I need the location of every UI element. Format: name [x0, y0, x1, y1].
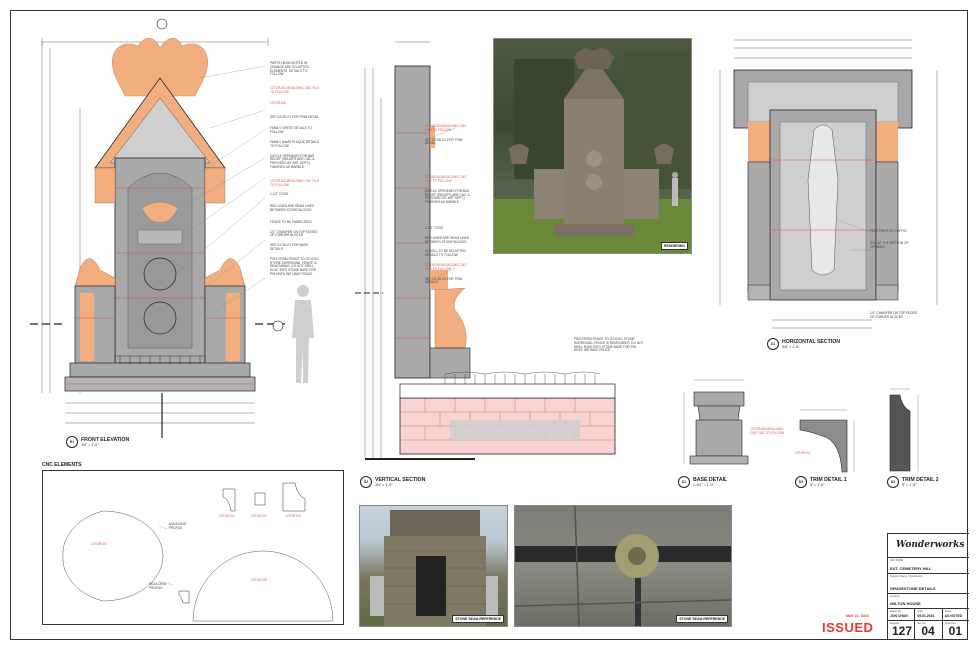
plan-notes: FOOTPRINT OF COFFIN SOIL AT THE BOTTOM O… — [870, 229, 909, 249]
section-base-drawing — [399, 371, 616, 455]
elevation-notes: PARTS HIGHLIGHTED IN ORANGE ARE SCULPTED… — [270, 61, 320, 276]
location-name: WILTON HOUSE — [890, 601, 921, 606]
base-detail-drawing — [683, 379, 749, 465]
drawn-by-caption: Drawn By — [890, 610, 902, 613]
sheet-number: 01 — [948, 624, 963, 638]
date-caption: Date — [917, 610, 923, 613]
trim-detail-2-drawing — [889, 388, 919, 472]
cnc-code-103: 12TGR103 — [285, 514, 301, 518]
scale-value: AS NOTED — [944, 614, 963, 618]
view-title-horizontal-section: S1 HORIZONTAL SECTION 3/4" = 1'-0" — [767, 338, 840, 350]
date-value: 09.01.2024 — [917, 614, 935, 618]
stone-seam-tag-1: STONE SEAM REFERENCE — [452, 615, 504, 623]
episode-number: 127 — [892, 624, 913, 638]
cnc-code-105: 12TGR105 — [251, 578, 267, 582]
company-logo: Wonderworks — [896, 540, 965, 550]
sheet-name: GRAVESTONE DETAILS — [890, 586, 936, 591]
project-name: EXT. CEMETERY HILL — [890, 566, 932, 571]
trim-detail-code: 12TGR101 — [795, 451, 811, 455]
location-caption: Location — [890, 595, 900, 598]
base-detail-code: 12TGR106 MOULDING CNC FILE TO FOLLOW — [750, 427, 785, 435]
section-notes: 12TGR103 MOULDING CNC FILE TO FOLLOW SEE… — [425, 124, 470, 285]
fence-pin-note: PINS FROM FENCE TO GO INTO STONE SURROUN… — [574, 337, 644, 353]
project-caption: SET NAME — [890, 559, 904, 562]
issued-stamp: ISSUED — [822, 620, 874, 635]
base — [69, 362, 251, 378]
cnc-note-1: MOULDING PROFILE — [169, 522, 187, 530]
sheet-caption: Drawing Name / Description — [890, 575, 923, 578]
title-block: Wonderworks SET NAME EXT. CEMETERY HILL … — [887, 533, 969, 640]
stone-seam-photo-1: STONE SEAM REFERENCE — [359, 505, 508, 627]
scale-figure — [292, 285, 314, 383]
view-title-front-elevation: E1 FRONT ELEVATION 3/4" = 1'-0" — [66, 436, 129, 448]
circle-opening-upper — [143, 257, 177, 291]
section-marker — [156, 18, 168, 30]
view-title-base-detail: D1 BASE DETAIL 1-1/2" = 1'-0" — [678, 476, 727, 488]
fence — [444, 371, 601, 384]
cnc-title: CNC ELEMENTS — [42, 462, 82, 468]
cnc-elements-box: 12TGR104 12TGR101 12TGR102 12TGR103 12TG… — [42, 470, 344, 625]
coffin-footprint — [807, 124, 839, 276]
issued-date: MAY 21, 2024 — [846, 614, 869, 618]
sculpted-scroll — [434, 287, 467, 349]
view-title-trim-detail-2: D3 TRIM DETAIL 2 3" = 1'-0" — [887, 476, 939, 488]
cnc-note-2: MOULDING PROFILE — [149, 582, 167, 590]
stone-seam-tag-2: STONE SEAM REFERENCE — [676, 615, 728, 623]
chamfer-note: 1/2" CHAMFER ON TOP EDGES OF CORNER BLOC… — [870, 311, 918, 319]
cnc-code-102: 12TGR102 — [251, 514, 267, 518]
cnc-code-101: 12TGR101 — [219, 514, 235, 518]
drawn-by: JON CHAN — [890, 614, 908, 618]
view-title-trim-detail-1: D2 TRIM DETAIL 1 3" = 1'-0" — [795, 476, 847, 488]
circle-opening-lower — [143, 301, 177, 335]
horizontal-section-drawing — [719, 39, 938, 329]
name-plaque — [137, 229, 183, 245]
stone-seam-photo-2: STONE SEAM REFERENCE — [514, 505, 732, 627]
set-number: 04 — [921, 624, 935, 638]
rendering-tag: RENDERING — [660, 242, 688, 250]
view-title-vertical-section: S2 VERTICAL SECTION 3/4" = 1'-0" — [360, 476, 425, 488]
rendering-photo: RENDERING — [493, 38, 692, 254]
cnc-code-104: 12TGR104 — [91, 542, 107, 546]
trim-detail-1-drawing — [799, 409, 855, 473]
scale-caption: Scale — [944, 610, 952, 613]
